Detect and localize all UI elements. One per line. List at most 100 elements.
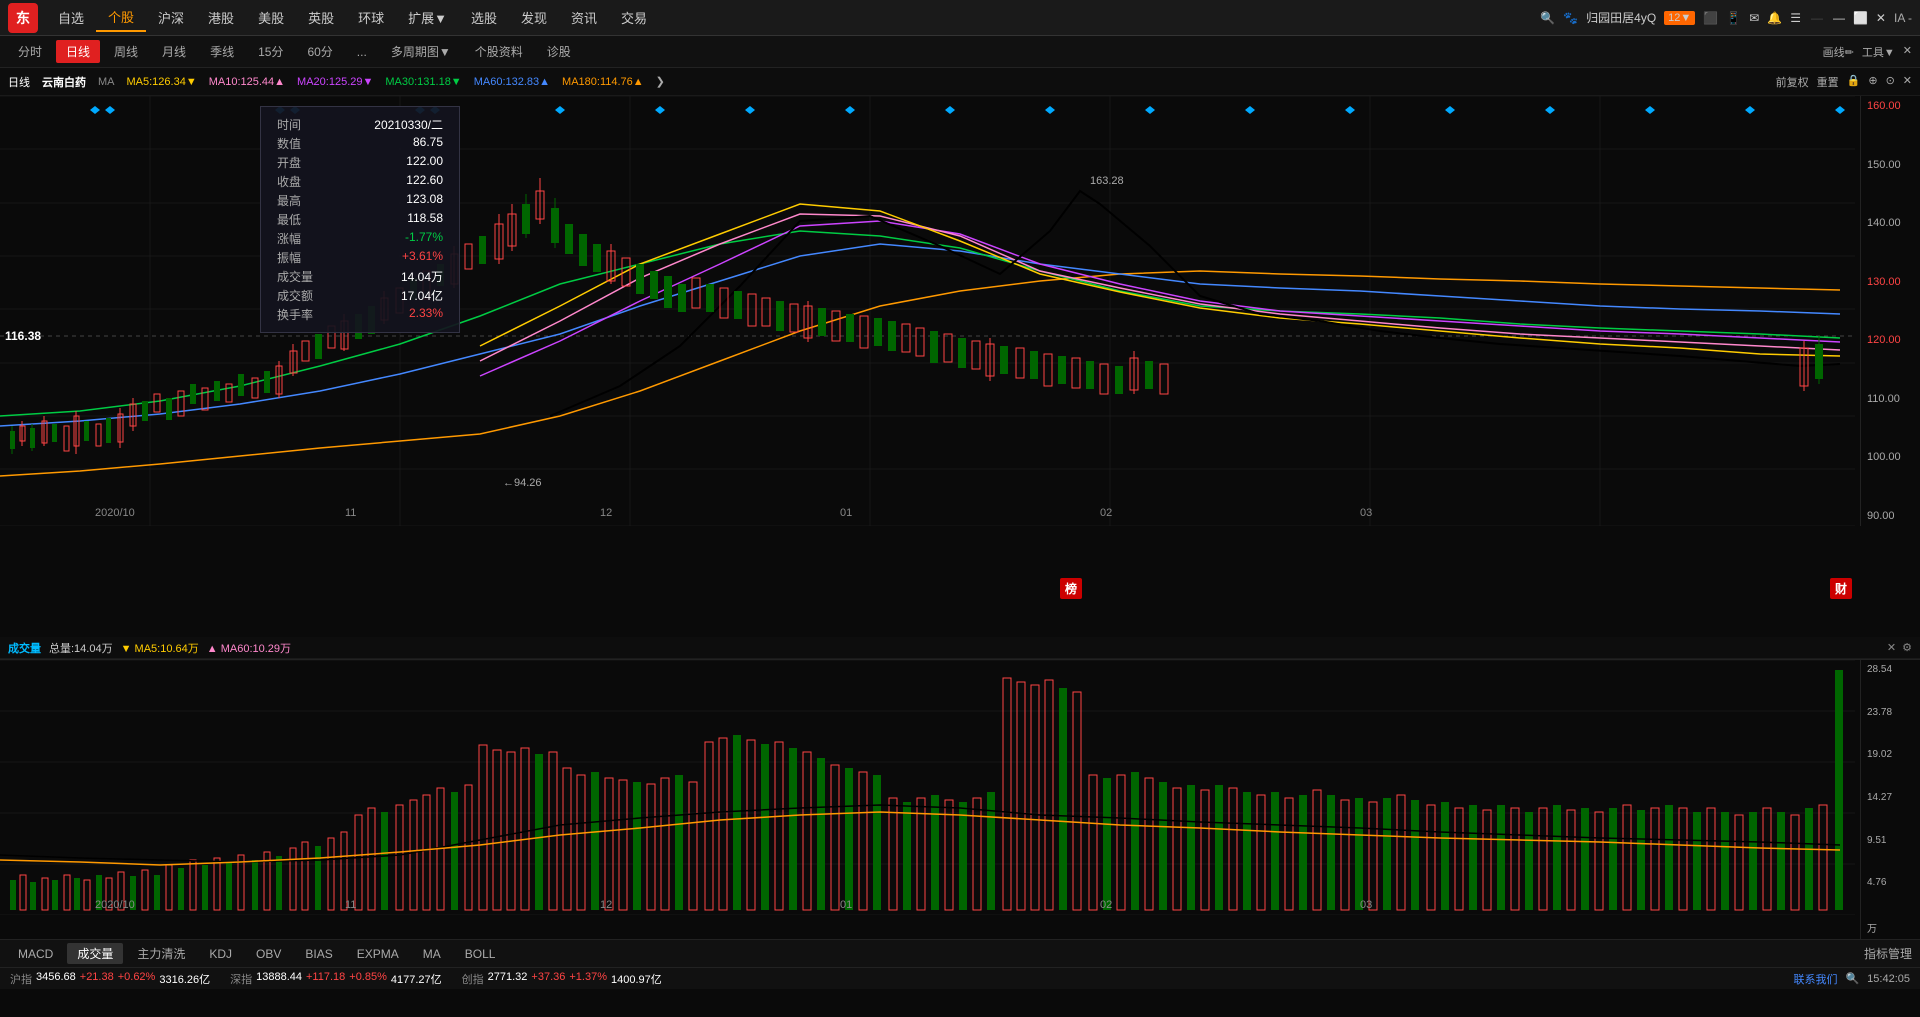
ma20-value: MA20:125.29▼ <box>297 76 373 88</box>
nav-item-kuozhan[interactable]: 扩展▼ <box>396 4 459 31</box>
shanghai-label: 沪指 <box>10 971 32 987</box>
screenshot-icon[interactable]: ⬛ <box>1703 11 1718 25</box>
volume-total: 总量:14.04万 <box>49 640 113 656</box>
tab-obv[interactable]: OBV <box>246 945 291 963</box>
add-icon[interactable]: ⊕ <box>1868 74 1877 90</box>
tab-60fen[interactable]: 60分 <box>297 40 342 63</box>
svg-text:2020/10: 2020/10 <box>95 899 135 911</box>
tab-expma[interactable]: EXPMA <box>347 945 409 963</box>
tools-menu[interactable]: 工具▼ <box>1862 44 1895 60</box>
tab-bias[interactable]: BIAS <box>295 945 342 963</box>
nav-item-yinggu[interactable]: 英股 <box>296 4 346 31</box>
svg-text:11: 11 <box>345 899 356 911</box>
chuangye-label: 创指 <box>462 971 484 987</box>
tab-yuexian[interactable]: 月线 <box>152 40 196 63</box>
bell-icon[interactable]: 🔔 <box>1767 11 1782 25</box>
shanghai-amount: 3316.26亿 <box>159 971 210 987</box>
prev-restore[interactable]: 前复权 <box>1776 74 1809 90</box>
tooltip-row-amplitude: 振幅 +3.61% <box>277 248 443 267</box>
svg-text:163.28: 163.28 <box>1090 175 1124 187</box>
nav-item-jiaoyi[interactable]: 交易 <box>609 4 659 31</box>
ma10-value: MA10:125.44▲ <box>209 76 285 88</box>
lock-icon[interactable]: 🔒 <box>1847 74 1861 90</box>
maximize-icon[interactable]: ⬜ <box>1853 11 1868 25</box>
tooltip-key-close: 收盘 <box>277 173 301 190</box>
volume-right-axis: 28.54 23.78 19.02 14.27 9.51 4.76 万 <box>1860 660 1920 939</box>
draw-tool[interactable]: 画线✏ <box>1823 44 1854 60</box>
volume-settings-icon[interactable]: ⚙ <box>1902 641 1912 654</box>
chuangye-pct: +1.37% <box>569 971 607 987</box>
close-icon2[interactable]: ✕ <box>1903 74 1912 90</box>
main-chart-area[interactable]: 163.28 ←94.26 116.38 <box>0 96 1920 637</box>
tab-chengjiaoliang[interactable]: 成交量 <box>67 943 123 964</box>
tab-multiperiod[interactable]: 多周期图▼ <box>381 40 461 63</box>
svg-text:12: 12 <box>600 899 612 911</box>
indicator-manage[interactable]: 指标管理 <box>1864 945 1912 962</box>
menu-icon[interactable]: ☰ <box>1790 11 1801 25</box>
tab-kdj[interactable]: KDJ <box>199 945 242 963</box>
nav-item-faxian[interactable]: 发现 <box>509 4 559 31</box>
clock-time: 15:42:05 <box>1867 973 1910 985</box>
chart-container: 163.28 ←94.26 116.38 <box>0 96 1920 967</box>
tab-diagnose[interactable]: 诊股 <box>537 40 581 63</box>
contact-us-link[interactable]: 联系我们 <box>1793 971 1837 987</box>
search-icon[interactable]: 🔍 <box>1540 11 1555 25</box>
tab-15fen[interactable]: 15分 <box>248 40 293 63</box>
minimize-icon[interactable]: — <box>1833 11 1845 25</box>
volume-ma5: ▼ MA5:10.64万 <box>121 640 199 656</box>
nav-item-ganggu[interactable]: 港股 <box>196 4 246 31</box>
svg-text:116.38: 116.38 <box>5 329 41 343</box>
close-icon[interactable]: ✕ <box>1876 11 1886 25</box>
tab-zhouzian[interactable]: 周线 <box>104 40 148 63</box>
tooltip-key-amplitude: 振幅 <box>277 249 301 266</box>
shanghai-value: 3456.68 <box>36 971 76 987</box>
user-avatar[interactable]: 🐾 <box>1563 11 1578 25</box>
volume-chart-area: 2020/10 11 12 01 02 03 28.54 23.78 19.02… <box>0 659 1920 939</box>
tab-macd[interactable]: MACD <box>8 945 63 963</box>
settings-icon[interactable]: ⊙ <box>1886 74 1895 90</box>
nav-item-gegu[interactable]: 个股 <box>96 3 146 32</box>
tab-zhulixi[interactable]: 主力清洗 <box>127 943 195 964</box>
vol-axis-1902: 19.02 <box>1867 749 1914 760</box>
volume-close-icon[interactable]: ✕ <box>1887 641 1896 654</box>
status-search-icon[interactable]: 🔍 <box>1845 972 1859 985</box>
nav-item-zixuan[interactable]: 自选 <box>46 4 96 31</box>
nav-item-xuangu[interactable]: 选股 <box>459 4 509 31</box>
shenzhen-label: 深指 <box>230 971 252 987</box>
tab-ma[interactable]: MA <box>413 945 451 963</box>
mail-icon[interactable]: ✉ <box>1749 11 1759 25</box>
svg-text:02: 02 <box>1100 507 1112 519</box>
status-right: 联系我们 🔍 15:42:05 <box>1793 971 1910 987</box>
ia-label: IA - <box>1894 11 1912 25</box>
tooltip-val-amount: 17.04亿 <box>401 287 443 304</box>
tab-jixian[interactable]: 季线 <box>200 40 244 63</box>
phone-icon[interactable]: 📱 <box>1726 11 1741 25</box>
chart-tooltip: 时间 20210330/二 数值 86.75 开盘 122.00 收盘 122.… <box>260 106 460 333</box>
nav-item-zixun[interactable]: 资讯 <box>559 4 609 31</box>
nav-item-hushen[interactable]: 沪深 <box>146 4 196 31</box>
ma60-value: MA60:132.83▲ <box>474 76 550 88</box>
svg-text:12: 12 <box>600 507 612 519</box>
tab-stockinfo[interactable]: 个股资料 <box>465 40 533 63</box>
price-axis-120: 120.00 <box>1867 334 1914 346</box>
tab-fenshi[interactable]: 分时 <box>8 40 52 63</box>
tooltip-key-open: 开盘 <box>277 154 301 171</box>
nav-item-meigu[interactable]: 美股 <box>246 4 296 31</box>
chuangye-value: 2771.32 <box>488 971 528 987</box>
nav-item-huanqiu[interactable]: 环球 <box>346 4 396 31</box>
sub-nav-right: 画线✏ 工具▼ ✕ <box>1823 44 1912 60</box>
close-chart[interactable]: ✕ <box>1903 44 1912 60</box>
shanghai-change: +21.38 <box>80 971 114 987</box>
divider: — <box>1811 11 1823 25</box>
ma5-value: MA5:126.34▼ <box>127 76 197 88</box>
volume-ma60: ▲ MA60:10.29万 <box>207 640 291 656</box>
chuangye-amount: 1400.97亿 <box>611 971 662 987</box>
tab-more[interactable]: ... <box>347 42 377 62</box>
shanghai-pct: +0.62% <box>118 971 156 987</box>
reset-button[interactable]: 重置 <box>1817 74 1839 90</box>
tab-boll[interactable]: BOLL <box>455 945 506 963</box>
collapse-arrow[interactable]: ❯ <box>656 75 665 88</box>
tooltip-val-close: 122.60 <box>406 173 443 190</box>
tab-rixian[interactable]: 日线 <box>56 40 100 63</box>
tooltip-val-amplitude: +3.61% <box>402 249 443 266</box>
